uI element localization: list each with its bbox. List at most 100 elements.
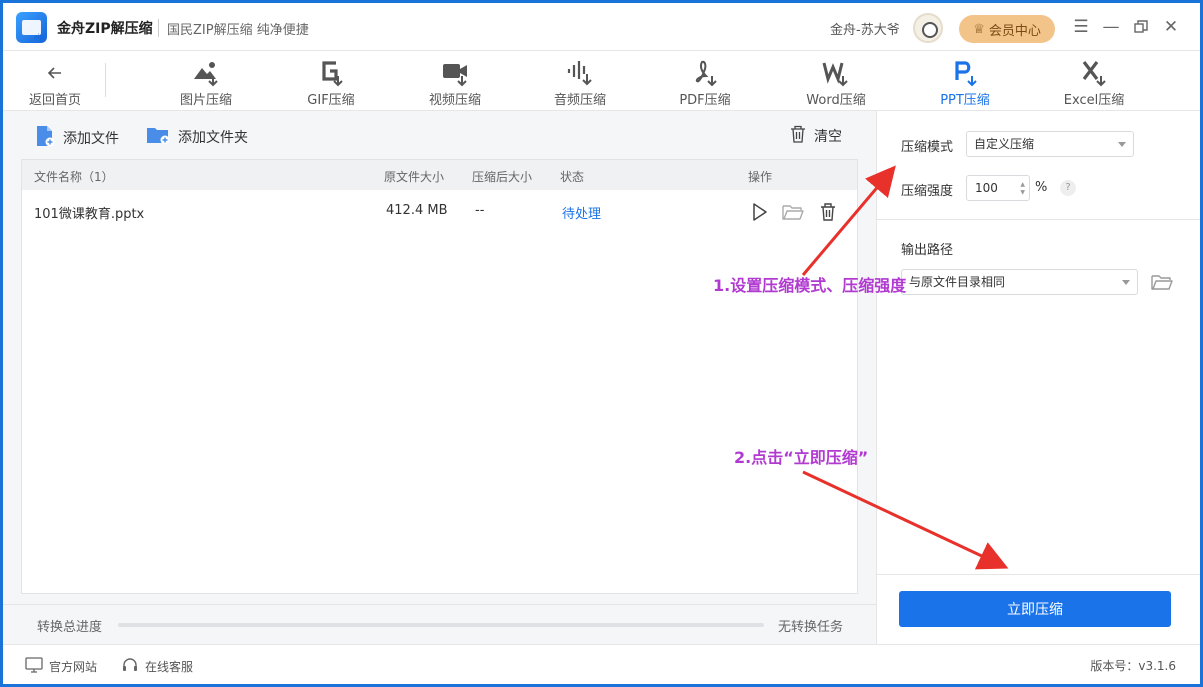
tool-label: 图片压缩 bbox=[179, 93, 232, 108]
ppt-compress-icon bbox=[950, 59, 980, 87]
browse-folder-icon[interactable] bbox=[1150, 271, 1174, 293]
back-home-button[interactable]: 返回首页 bbox=[21, 51, 89, 111]
strength-label: 压缩强度 bbox=[901, 184, 954, 199]
add-folder-icon bbox=[146, 125, 170, 149]
menu-icon[interactable]: ☰ bbox=[1071, 17, 1091, 37]
table-row[interactable]: 101微课教育.pptx 412.4 MB -- 待处理 bbox=[22, 190, 857, 234]
minimize-icon[interactable]: — bbox=[1101, 17, 1121, 37]
header-operation: 操作 bbox=[748, 170, 773, 184]
mode-label: 压缩模式 bbox=[901, 140, 954, 155]
tool-label: PDF压缩 bbox=[679, 93, 731, 108]
gif-compress-icon bbox=[316, 59, 346, 87]
file-list-panel: 添加文件 添加文件夹 清空 文件名称（1） 原文件大小 压缩后大小 状态 操作 … bbox=[3, 111, 876, 644]
add-folder-label: 添加文件夹 bbox=[178, 130, 248, 146]
tool-audio-compress[interactable]: 音频压缩 bbox=[542, 51, 618, 111]
button-divider bbox=[877, 574, 1200, 575]
tool-bar: 返回首页 图片压缩 GIF压缩 视频压缩 音频压缩 PDF压缩 Word压缩 P… bbox=[3, 51, 1200, 111]
output-label: 输出路径 bbox=[901, 243, 954, 258]
output-path-select[interactable]: 与原文件目录相同 bbox=[901, 269, 1138, 295]
open-folder-icon[interactable] bbox=[782, 201, 804, 223]
audio-compress-icon bbox=[565, 59, 595, 87]
file-table: 文件名称（1） 原文件大小 压缩后大小 状态 操作 101微课教育.pptx 4… bbox=[21, 159, 858, 594]
tool-image-compress[interactable]: 图片压缩 bbox=[168, 51, 244, 111]
tool-label: 视频压缩 bbox=[428, 93, 481, 108]
image-compress-icon bbox=[191, 59, 221, 87]
online-support-label: 在线客服 bbox=[145, 660, 194, 674]
compress-now-button[interactable]: 立即压缩 bbox=[899, 591, 1171, 627]
tool-label: Word压缩 bbox=[806, 93, 866, 108]
toolbar-divider bbox=[105, 63, 106, 97]
headset-icon bbox=[121, 657, 139, 676]
chevron-down-icon bbox=[1118, 142, 1126, 147]
tool-excel-compress[interactable]: Excel压缩 bbox=[1054, 51, 1134, 111]
video-compress-icon bbox=[440, 59, 470, 87]
stepper-up-icon[interactable]: ▲ bbox=[1020, 182, 1025, 188]
play-icon[interactable] bbox=[748, 201, 770, 223]
title-bar: 金舟ZIP解压缩 国民ZIP解压缩 纯净便捷 金舟-苏大爷 ♕ 会员中心 ☰ —… bbox=[3, 3, 1200, 51]
online-support-link[interactable]: 在线客服 bbox=[121, 657, 193, 676]
official-website-link[interactable]: 官方网站 bbox=[25, 657, 97, 676]
back-arrow-icon bbox=[40, 59, 70, 87]
trash-icon bbox=[790, 125, 806, 147]
app-slogan: 国民ZIP解压缩 纯净便捷 bbox=[167, 23, 309, 38]
clear-button[interactable]: 清空 bbox=[790, 125, 842, 147]
status-bar: 官方网站 在线客服 版本号：v3.1.6 bbox=[3, 644, 1200, 684]
progress-label: 转换总进度 bbox=[37, 620, 103, 635]
add-file-label: 添加文件 bbox=[63, 131, 119, 147]
add-file-button[interactable]: 添加文件 bbox=[35, 125, 119, 151]
stepper-down-icon[interactable]: ▼ bbox=[1020, 190, 1025, 196]
tool-label: PPT压缩 bbox=[940, 93, 990, 108]
avatar[interactable] bbox=[913, 13, 943, 43]
compressed-size: -- bbox=[475, 203, 485, 218]
output-path-value: 与原文件目录相同 bbox=[909, 275, 1006, 289]
file-name: 101微课教育.pptx bbox=[34, 207, 145, 222]
progress-status: 无转换任务 bbox=[778, 620, 844, 635]
help-icon[interactable]: ? bbox=[1060, 180, 1076, 196]
settings-divider bbox=[877, 219, 1200, 220]
tool-word-compress[interactable]: Word压缩 bbox=[798, 51, 874, 111]
title-divider bbox=[158, 19, 159, 37]
delete-icon[interactable] bbox=[817, 201, 839, 223]
add-folder-button[interactable]: 添加文件夹 bbox=[146, 125, 248, 149]
back-home-label: 返回首页 bbox=[28, 93, 81, 108]
file-actions: 添加文件 添加文件夹 清空 bbox=[3, 111, 876, 159]
strength-value: 100 bbox=[975, 181, 998, 195]
header-original-size: 原文件大小 bbox=[384, 170, 445, 184]
tool-pdf-compress[interactable]: PDF压缩 bbox=[667, 51, 743, 111]
monitor-icon bbox=[25, 657, 43, 676]
tool-label: 音频压缩 bbox=[553, 93, 606, 108]
header-status: 状态 bbox=[560, 170, 585, 184]
restore-icon[interactable] bbox=[1131, 17, 1151, 37]
username[interactable]: 金舟-苏大爷 bbox=[830, 19, 900, 38]
original-size: 412.4 MB bbox=[386, 203, 448, 218]
version-label: 版本号：v3.1.6 bbox=[1090, 659, 1176, 673]
pdf-compress-icon bbox=[690, 59, 720, 87]
overall-progress: 转换总进度 无转换任务 bbox=[3, 604, 876, 644]
close-icon[interactable]: ✕ bbox=[1161, 17, 1181, 37]
strength-unit: % bbox=[1035, 180, 1048, 195]
header-compressed-size: 压缩后大小 bbox=[472, 170, 533, 184]
table-header: 文件名称（1） 原文件大小 压缩后大小 状态 操作 bbox=[22, 160, 857, 190]
tool-ppt-compress[interactable]: PPT压缩 bbox=[927, 51, 1003, 111]
excel-compress-icon bbox=[1079, 59, 1109, 87]
tool-video-compress[interactable]: 视频压缩 bbox=[417, 51, 493, 111]
word-compress-icon bbox=[821, 59, 851, 87]
header-file-name: 文件名称（1） bbox=[34, 170, 114, 184]
vip-center-label: 会员中心 bbox=[988, 23, 1041, 39]
progress-bar bbox=[118, 623, 764, 627]
app-window: 金舟ZIP解压缩 国民ZIP解压缩 纯净便捷 金舟-苏大爷 ♕ 会员中心 ☰ —… bbox=[3, 3, 1200, 684]
strength-stepper[interactable]: 100 ▲ ▼ bbox=[966, 175, 1030, 201]
vip-center-button[interactable]: ♕ 会员中心 bbox=[959, 15, 1055, 43]
settings-panel: 压缩模式 自定义压缩 压缩强度 100 ▲ ▼ % ? 输出路径 与原文件目录相… bbox=[876, 111, 1200, 644]
clear-label: 清空 bbox=[814, 129, 842, 145]
chevron-down-icon bbox=[1122, 280, 1130, 285]
official-website-label: 官方网站 bbox=[49, 660, 98, 674]
crown-icon: ♕ bbox=[973, 21, 985, 37]
mode-select[interactable]: 自定义压缩 bbox=[966, 131, 1134, 157]
tool-gif-compress[interactable]: GIF压缩 bbox=[293, 51, 369, 111]
tool-label: GIF压缩 bbox=[307, 93, 355, 108]
mode-value: 自定义压缩 bbox=[974, 137, 1035, 151]
tool-label: Excel压缩 bbox=[1063, 93, 1125, 108]
status-badge: 待处理 bbox=[562, 207, 602, 222]
app-logo-icon bbox=[16, 12, 47, 43]
